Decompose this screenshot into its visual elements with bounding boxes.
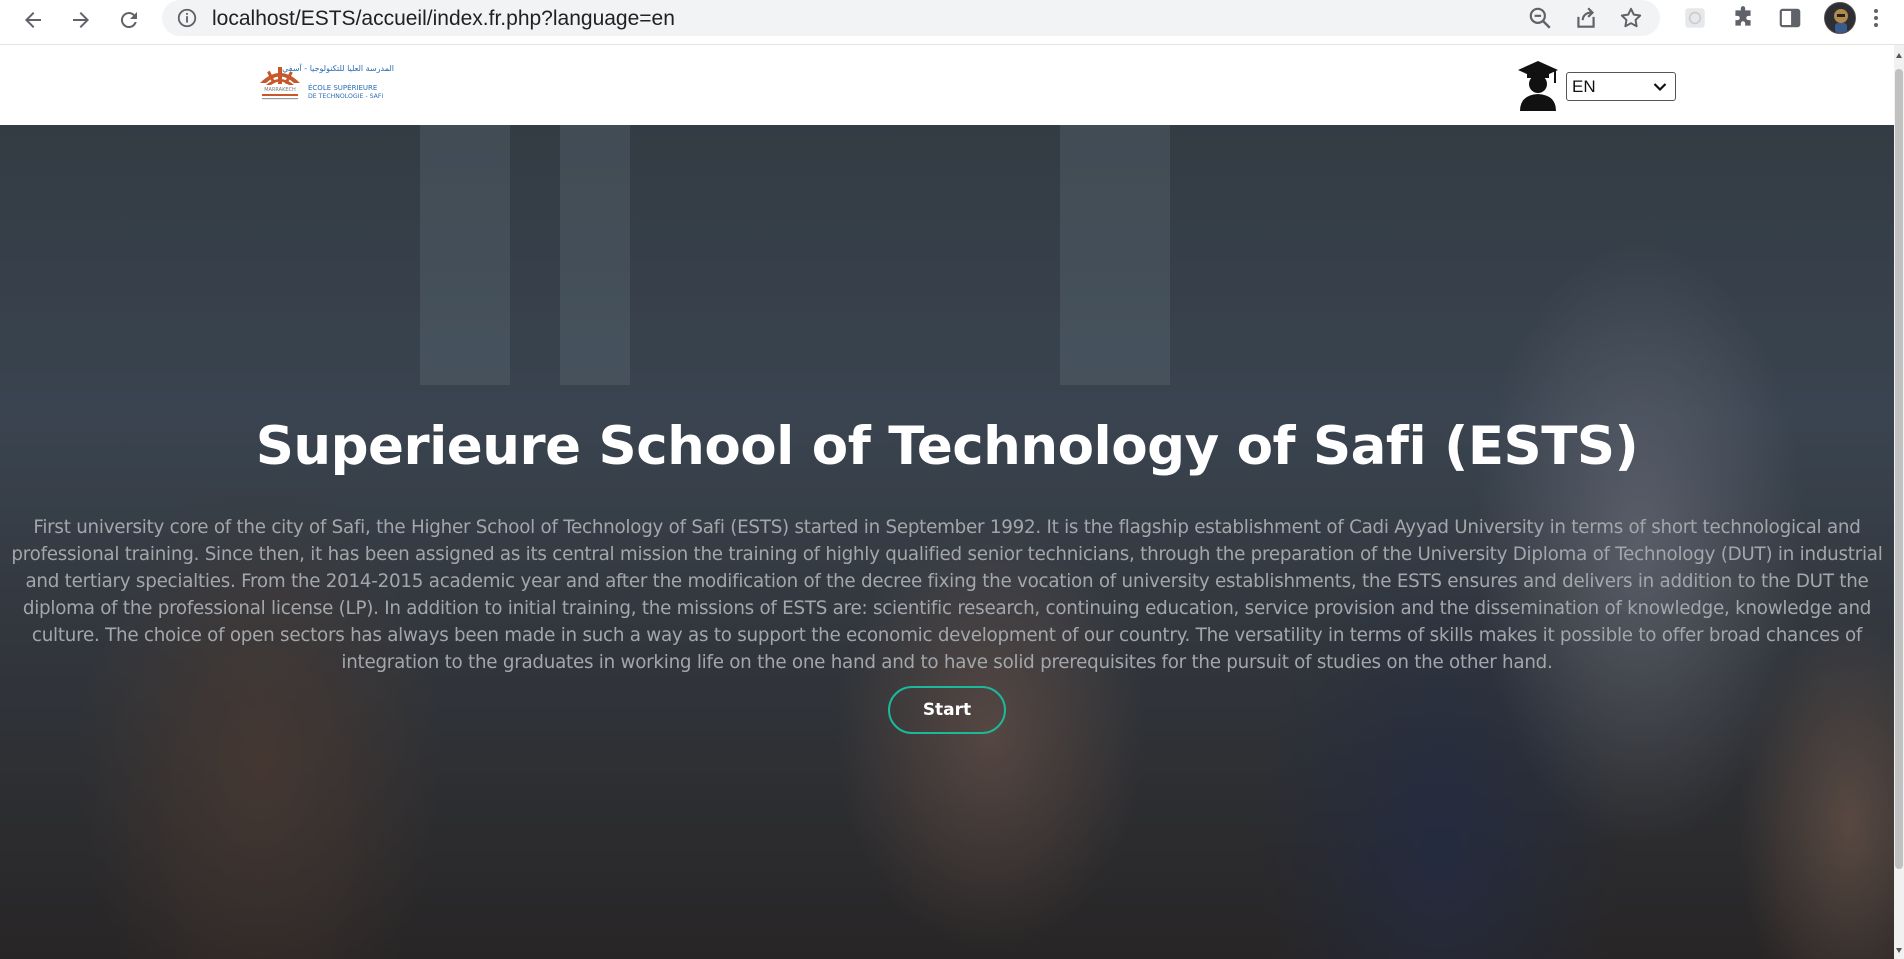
site-header: MARRAKECH المدرسة العليا للتكنولوجيا - آ… [0,45,1894,125]
logo-school-text: ÉCOLE SUPÉRIEURE [308,83,377,92]
extension-placeholder-icon[interactable] [1682,5,1708,31]
hero-section: Superieure School of Technology of Safi … [0,125,1894,959]
hero-title: Superieure School of Technology of Safi … [255,416,1639,477]
forward-icon[interactable] [61,2,101,38]
scroll-down-icon[interactable] [1896,948,1902,953]
school-logo[interactable]: MARRAKECH المدرسة العليا للتكنولوجيا - آ… [258,61,396,103]
chevron-down-icon [1653,83,1667,92]
side-panel-icon[interactable] [1777,5,1803,31]
info-icon[interactable] [176,7,198,29]
hero-description: First university core of the city of Saf… [11,517,1883,673]
logo-arabic-text: المدرسة العليا للتكنولوجيا - آسفي [282,63,394,73]
logo-university-text: MARRAKECH [264,87,296,93]
url-text[interactable]: localhost/ESTS/accueil/index.fr.php?lang… [212,7,675,31]
reload-icon[interactable] [109,2,149,38]
start-button[interactable]: Start [888,686,1006,734]
share-icon[interactable] [1573,5,1599,31]
puzzle-icon[interactable] [1730,5,1756,31]
zoom-out-icon[interactable] [1527,5,1553,31]
scrollbar-thumb[interactable] [1895,69,1903,869]
back-icon[interactable] [13,2,53,38]
language-select-value: EN [1572,77,1596,96]
browser-toolbar: localhost/ESTS/accueil/index.fr.php?lang… [0,0,1904,45]
scroll-up-icon[interactable] [1896,53,1902,58]
bookmark-star-icon[interactable] [1618,5,1644,31]
profile-avatar[interactable] [1824,2,1856,34]
language-select[interactable]: EN [1566,72,1676,101]
page-scrollbar[interactable] [1894,45,1904,959]
logo-technology-text: DE TECHNOLOGIE - SAFI [308,93,383,100]
graduate-student-icon[interactable] [1517,59,1559,111]
address-bar[interactable]: localhost/ESTS/accueil/index.fr.php?lang… [162,0,1660,36]
menu-kebab-icon[interactable] [1872,5,1886,31]
